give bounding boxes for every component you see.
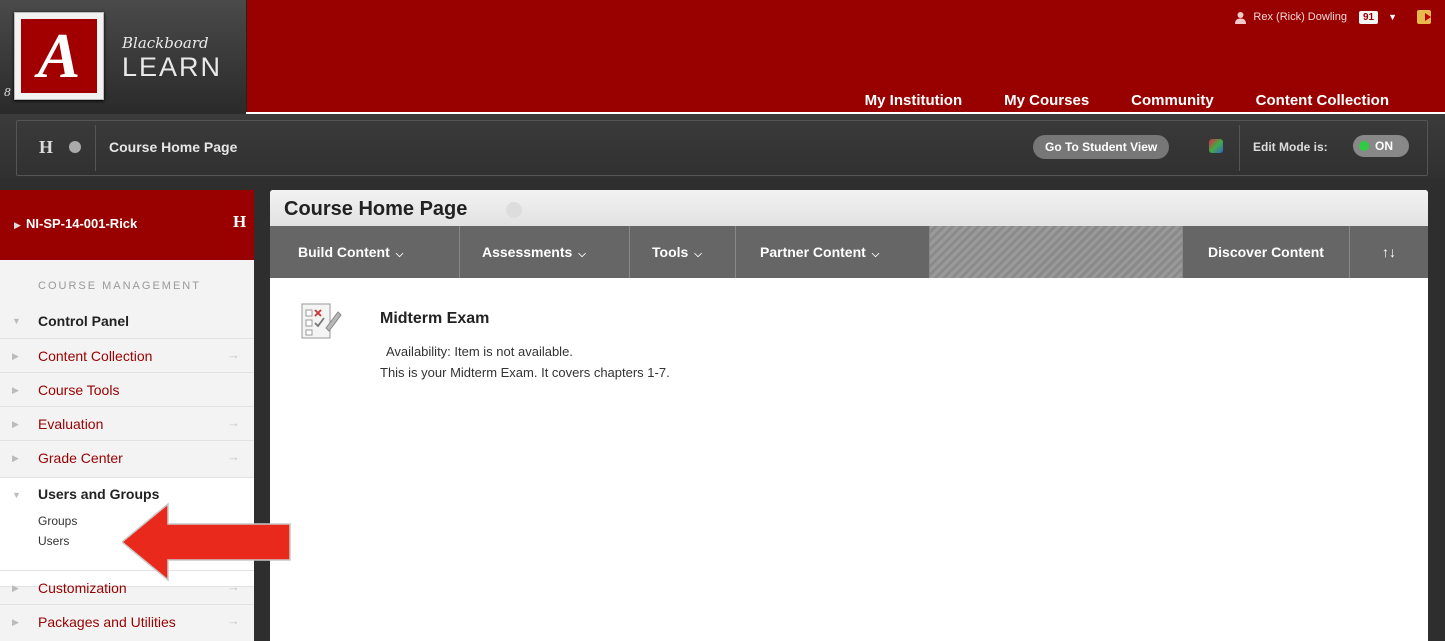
chevron-down-icon: ⌵ [871, 249, 880, 260]
top-banner: A Blackboard LEARN 8 Rex (Rick) Dowling … [0, 0, 1445, 114]
logo-tag: 8 [4, 86, 11, 99]
user-icon [1234, 11, 1247, 24]
course-title[interactable]: NI-SP-14-001-Rick [26, 216, 137, 231]
blackboard-wordmark: Blackboard [122, 34, 209, 52]
student-view-button[interactable]: Go To Student View [1033, 135, 1170, 159]
sidebar-item-evaluation[interactable]: ▶ Evaluation → [0, 406, 254, 441]
sidebar-item-label: Packages and Utilities [38, 614, 176, 630]
sidebar-subitem-users[interactable]: Users [38, 534, 69, 548]
logo-area[interactable]: A Blackboard LEARN 8 [0, 0, 247, 114]
action-label: Partner Content [760, 244, 866, 260]
control-panel-header[interactable]: ▼ Control Panel [0, 304, 254, 338]
toggle-on-icon [1359, 141, 1369, 151]
sidebar-item-label: Grade Center [38, 450, 123, 466]
assessments-button[interactable]: Assessments ⌵ [460, 226, 630, 278]
toolbar-divider [1239, 125, 1240, 171]
chevron-right-icon: ▶ [14, 220, 21, 230]
build-content-button[interactable]: Build Content ⌵ [270, 226, 460, 278]
action-label: Tools [652, 244, 689, 260]
chevron-down-icon: ▼ [12, 490, 21, 500]
chevron-right-icon: ▶ [12, 617, 19, 627]
edit-mode-state: ON [1375, 139, 1393, 153]
sidebar-subitem-groups[interactable]: Groups [38, 514, 77, 528]
notification-badge[interactable]: 91 [1358, 10, 1379, 24]
content-item-description: This is your Midterm Exam. It covers cha… [380, 365, 670, 380]
edit-mode-label: Edit Mode is: [1253, 140, 1328, 154]
edit-mode-toggle[interactable]: ON [1353, 135, 1409, 157]
user-area: Rex (Rick) Dowling 91 ▼ [1234, 10, 1431, 24]
chevron-right-icon: ▶ [12, 583, 19, 593]
course-home-icon[interactable]: H [233, 212, 246, 232]
sidebar-item-grade-center[interactable]: ▶ Grade Center → [0, 440, 254, 475]
sidebar-item-label: Evaluation [38, 416, 104, 432]
university-logo: A [14, 12, 104, 100]
chevron-down-icon: ⌵ [395, 249, 404, 260]
chevron-right-icon: ▶ [12, 453, 19, 463]
content-item-availability: Availability: Item is not available. [386, 344, 573, 359]
sidebar-item-label: Content Collection [38, 348, 153, 364]
partner-content-button[interactable]: Partner Content ⌵ [736, 226, 930, 278]
tab-community[interactable]: Community [1131, 90, 1214, 109]
content-area: Course Home Page Build Content ⌵ Assessme… [270, 190, 1428, 641]
sidebar-item-label: Customization [38, 580, 127, 596]
tools-button[interactable]: Tools ⌵ [630, 226, 736, 278]
chevron-right-icon: ▶ [12, 385, 19, 395]
action-bar-spacer [930, 226, 1182, 278]
learn-wordmark: LEARN [122, 52, 223, 82]
page-title: Course Home Page [284, 198, 468, 220]
course-management-heading: COURSE MANAGEMENT [38, 280, 201, 292]
tab-my-institution[interactable]: My Institution [865, 90, 963, 109]
chevron-down-icon: ⌵ [694, 249, 702, 260]
main-tabs: My Institution My Courses Community Cont… [823, 90, 1389, 109]
discover-content-button[interactable]: Discover Content [1182, 226, 1350, 278]
course-title-block[interactable]: ▶ NI-SP-14-001-Rick H [0, 190, 254, 260]
tab-content-collection[interactable]: Content Collection [1256, 90, 1389, 109]
options-menu-icon[interactable] [506, 202, 522, 218]
reorder-icon[interactable]: ↑↓ [1350, 226, 1428, 278]
course-menu-toggle[interactable]: H [39, 137, 53, 158]
sidebar-item-packages-and-utilities[interactable]: ▶ Packages and Utilities → [0, 604, 254, 639]
breadcrumb[interactable]: Course Home Page [109, 139, 237, 155]
course-toolbar: H Course Home Page Go To Student View Ed… [0, 114, 1445, 178]
test-icon [298, 298, 342, 342]
action-label: Assessments [482, 244, 573, 260]
external-arrow-icon: → [227, 449, 240, 464]
course-toolbar-frame: H Course Home Page Go To Student View Ed… [16, 120, 1428, 176]
toolbar-divider [95, 125, 96, 171]
sidebar-item-content-collection[interactable]: ▶ Content Collection → [0, 338, 254, 373]
sidebar-item-course-tools[interactable]: ▶ Course Tools [0, 372, 254, 407]
external-arrow-icon: → [227, 415, 240, 430]
control-panel-label: Control Panel [38, 313, 130, 329]
external-arrow-icon: → [227, 347, 240, 362]
external-arrow-icon: → [227, 613, 240, 628]
content-header: Course Home Page [270, 190, 1428, 226]
chevron-right-icon: ▶ [12, 419, 19, 429]
users-and-groups-label[interactable]: Users and Groups [38, 486, 159, 502]
chevron-right-icon: ▶ [12, 351, 19, 361]
chevron-down-icon: ▼ [12, 316, 21, 326]
chevron-down-icon[interactable]: ▼ [1388, 12, 1397, 22]
chevron-down-icon: ⌵ [578, 249, 586, 260]
course-menu-icon[interactable] [69, 141, 81, 153]
logo-letter: A [21, 19, 97, 93]
action-bar: Build Content ⌵ Assessments ⌵ Tools ⌵ Partn… [270, 226, 1428, 278]
content-item-title[interactable]: Midterm Exam [380, 310, 489, 328]
red-arrow-annotation [122, 502, 291, 582]
user-name-link[interactable]: Rex (Rick) Dowling [1253, 11, 1347, 23]
color-scheme-icon[interactable] [1209, 139, 1223, 153]
sidebar-item-label: Course Tools [38, 382, 120, 398]
logout-icon[interactable] [1417, 10, 1431, 24]
tab-my-courses[interactable]: My Courses [1004, 90, 1089, 109]
action-label: Build Content [298, 244, 390, 260]
